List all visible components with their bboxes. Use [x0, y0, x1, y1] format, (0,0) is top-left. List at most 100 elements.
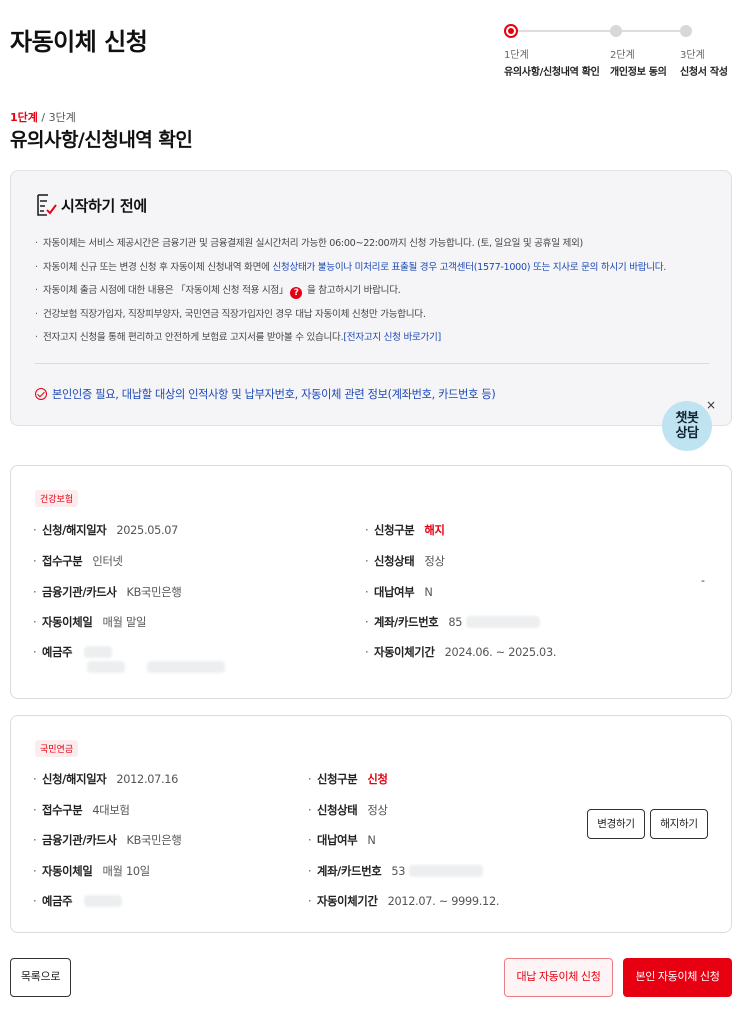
- field-value: KB국민은행: [126, 586, 182, 599]
- field-apply-date: 신청/해지일자 2012.07.16: [33, 771, 178, 787]
- notice-item: 자동이체 출금 시점에 대한 내용은 「자동이체 신청 적용 시점」? 을 참고…: [35, 284, 715, 308]
- step-1-number: 1단계: [504, 50, 529, 61]
- transfer-card-health: 건강보험 신청/해지일자 2025.05.07 신청구분 해지 접수구분 인터넷 신청…: [10, 465, 732, 699]
- field-label: 자동이체일: [33, 865, 93, 878]
- chatbot-close-icon[interactable]: ×: [706, 398, 716, 412]
- proxy-transfer-button[interactable]: 대납 자동이체 신청: [504, 958, 613, 997]
- field-label: 계좌/카드번호: [308, 865, 382, 878]
- notice-item: 전자고지 신청을 통해 편리하고 안전하게 보험료 고지서를 받아볼 수 있습니…: [35, 331, 715, 355]
- field-label: 예금주: [33, 646, 73, 659]
- field-receipt: 접수구분 인터넷: [33, 553, 123, 569]
- notice-item: 건강보험 직장가입자, 직장피부양자, 국민연금 직장가입자인 경우 대납 자동…: [35, 308, 715, 332]
- step-2-label: 개인정보 동의: [610, 67, 667, 78]
- step-3-number: 3단계: [680, 50, 705, 61]
- field-value: N: [367, 834, 376, 847]
- step-total: / 3단계: [37, 111, 76, 124]
- field-label: 신청상태: [365, 555, 415, 568]
- action-placeholder: -: [701, 574, 705, 587]
- field-label: 대납여부: [365, 586, 415, 599]
- chatbot-button[interactable]: 챗봇 상담: [662, 401, 712, 451]
- requirement-text: 본인인증 필요, 대납할 대상의 인적사항 및 납부자번호, 자동이체 관련 정…: [52, 388, 496, 401]
- masked-value: [147, 661, 225, 673]
- field-status: 신청상태 정상: [308, 802, 388, 818]
- field-label: 자동이체일: [33, 616, 93, 629]
- notice-text: 건강보험 직장가입자, 직장피부양자, 국민연금 직장가입자인 경우 대납 자동…: [43, 308, 426, 320]
- field-value: 매월 말일: [102, 616, 147, 629]
- stepper-line: [512, 30, 615, 32]
- field-apply-type: 신청구분 해지: [365, 522, 445, 538]
- field-label: 금융기관/카드사: [33, 586, 117, 599]
- field-receipt: 접수구분 4대보험: [33, 802, 130, 818]
- transfer-card-pension: 국민연금 신청/해지일자 2012.07.16 신청구분 신청 접수구분 4대보험 신…: [10, 715, 732, 933]
- notice-text: 자동이체 출금 시점에 대한 내용은 「자동이체 신청 적용 시점」: [43, 285, 289, 296]
- category-badge: 건강보험: [35, 490, 79, 507]
- masked-value: [409, 865, 484, 877]
- notice-title: 시작하기 전에: [61, 196, 147, 215]
- field-holder-extra: [87, 661, 225, 674]
- field-value: 4대보험: [92, 804, 130, 817]
- notice-text: 자동이체는 서비스 제공시간은 금융기관 및 금융결제원 실시간처리 가능한 0…: [43, 238, 583, 249]
- field-label: 신청/해지일자: [33, 524, 107, 537]
- field-value: 53: [391, 865, 406, 878]
- masked-value: [466, 616, 541, 628]
- field-account: 계좌/카드번호 85: [365, 614, 541, 630]
- notice-divider: [35, 363, 709, 364]
- field-label: 예금주: [33, 895, 73, 908]
- notice-list: 자동이체는 서비스 제공시간은 금융기관 및 금융결제원 실시간처리 가능한 0…: [35, 237, 715, 355]
- step-indicator: 1단계 / 3단계: [10, 109, 76, 125]
- field-label: 신청/해지일자: [33, 773, 107, 786]
- field-label: 대납여부: [308, 834, 358, 847]
- notice-highlight: 신청상태가 불능이나 미처리로 표출될 경우 고객센터(1577-1000) 또…: [272, 261, 667, 273]
- field-label: 금융기관/카드사: [33, 834, 117, 847]
- field-value: 인터넷: [92, 555, 123, 568]
- field-proxy: 대납여부 N: [308, 832, 376, 848]
- field-value: 2024.06. ~ 2025.03.: [444, 646, 557, 659]
- change-button[interactable]: 변경하기: [587, 809, 645, 839]
- notice-text: 자동이체 신규 또는 변경 신청 후 자동이체 신청내역 화면에: [43, 261, 273, 273]
- step-1-dot: [504, 24, 518, 38]
- field-apply-date: 신청/해지일자 2025.05.07: [33, 522, 178, 538]
- notice-box: 시작하기 전에 자동이체는 서비스 제공시간은 금융기관 및 금융결제원 실시간…: [10, 170, 732, 426]
- notice-text: 전자고지 신청을 통해 편리하고 안전하게 보험료 고지서를 받아볼 수 있습니…: [43, 332, 344, 343]
- field-label: 계좌/카드번호: [365, 616, 439, 629]
- field-holder: 예금주: [33, 893, 123, 909]
- field-apply-type: 신청구분 신청: [308, 771, 388, 787]
- field-value: 정상: [424, 555, 445, 568]
- field-bank: 금융기관/카드사 KB국민은행: [33, 832, 182, 848]
- field-value: 정상: [367, 804, 388, 817]
- field-transfer-day: 자동이체일 매월 10일: [33, 863, 150, 879]
- step-2-dot: [610, 25, 622, 37]
- field-label: 신청구분: [365, 524, 415, 537]
- masked-value: [84, 646, 113, 658]
- masked-value: [87, 661, 125, 673]
- e-notice-link[interactable]: [전자고지 신청 바로가기]: [343, 332, 441, 343]
- self-transfer-button[interactable]: 본인 자동이체 신청: [623, 958, 732, 997]
- page-title: 자동이체 신청: [10, 28, 148, 56]
- step-3-dot: [680, 25, 692, 37]
- field-value: 2025.05.07: [116, 524, 179, 537]
- list-button[interactable]: 목록으로: [10, 958, 71, 997]
- field-account: 계좌/카드번호 53: [308, 863, 484, 879]
- field-value: 2012.07. ~ 9999.12.: [387, 895, 500, 908]
- step-current: 1단계: [10, 111, 38, 124]
- notice-text: 을 참고하시기 바랍니다.: [304, 285, 401, 296]
- field-value: 85: [448, 616, 463, 629]
- step-1-label: 유의사항/신청내역 확인: [504, 67, 600, 78]
- field-value: 2012.07.16: [116, 773, 179, 786]
- masked-value: [84, 895, 123, 907]
- requirement-note: 본인인증 필요, 대납할 대상의 인적사항 및 납부자번호, 자동이체 관련 정…: [35, 386, 496, 402]
- field-period: 자동이체기간 2024.06. ~ 2025.03.: [365, 644, 556, 660]
- field-proxy: 대납여부 N: [365, 584, 433, 600]
- field-value: 신청: [367, 773, 388, 786]
- field-value: 해지: [424, 524, 445, 537]
- field-bank: 금융기관/카드사 KB국민은행: [33, 584, 182, 600]
- field-value: 매월 10일: [102, 865, 150, 878]
- notice-item: 자동이체는 서비스 제공시간은 금융기관 및 금융결제원 실시간처리 가능한 0…: [35, 237, 715, 261]
- stepper-line: [615, 30, 685, 32]
- help-icon[interactable]: ?: [290, 287, 303, 299]
- cancel-transfer-button[interactable]: 해지하기: [650, 809, 708, 839]
- field-label: 신청구분: [308, 773, 358, 786]
- field-holder: 예금주: [33, 644, 113, 660]
- field-value: KB국민은행: [126, 834, 182, 847]
- notice-header: 시작하기 전에: [35, 193, 147, 217]
